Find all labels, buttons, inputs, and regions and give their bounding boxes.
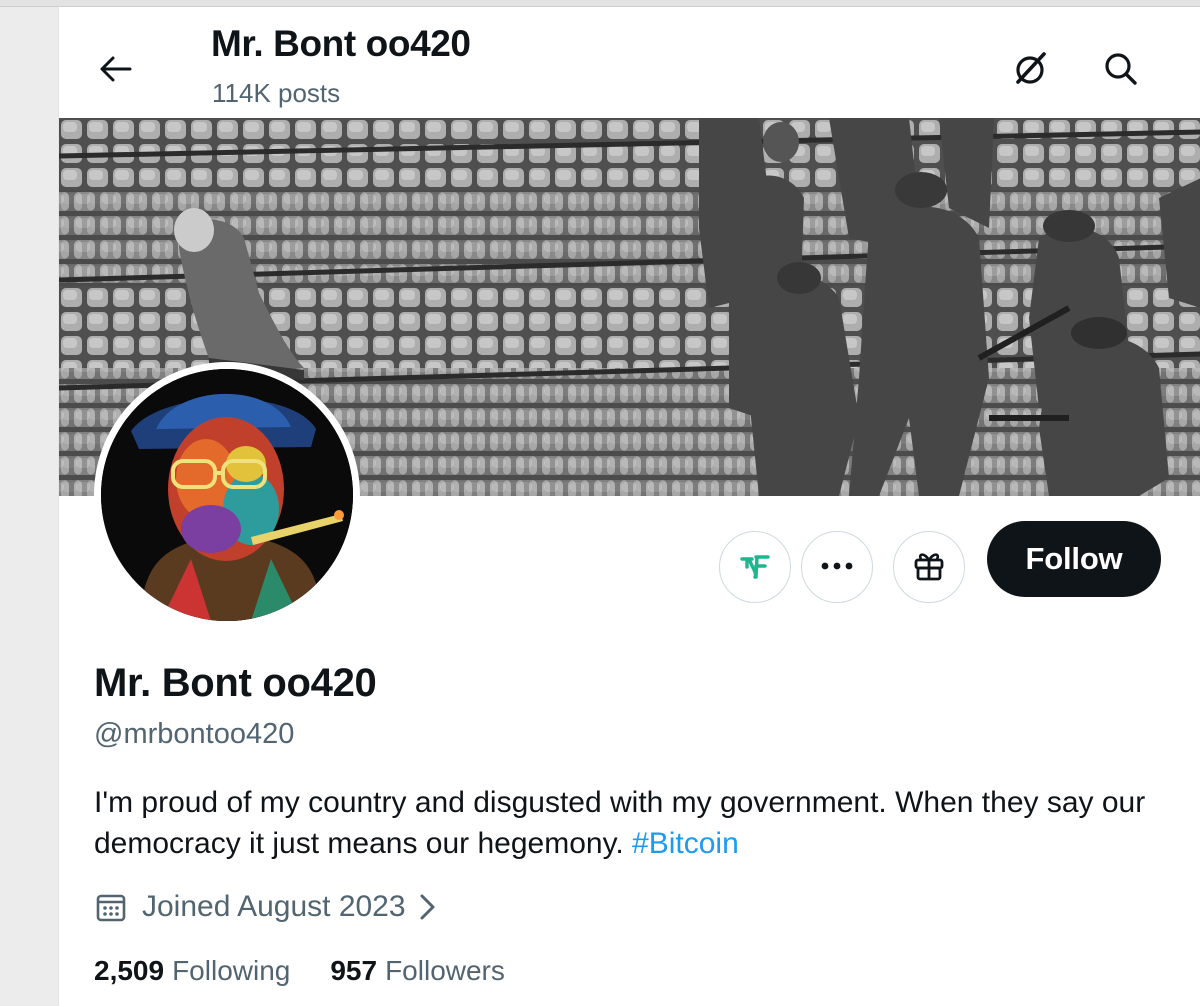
calendar-icon [94, 890, 128, 924]
browser-top-edge [0, 0, 1200, 7]
tip-app-icon [739, 549, 771, 586]
grok-icon [1010, 49, 1050, 94]
header-title: Mr. Bont oo420 [211, 23, 471, 64]
arrow-left-icon [98, 55, 132, 88]
joined-date-text: Joined August 2023 [142, 890, 406, 923]
following-count: 2,509 [94, 955, 165, 986]
follow-button[interactable]: Follow [987, 521, 1161, 597]
follow-stats: 2,509 Following 957 Followers [94, 955, 505, 987]
chevron-right-icon[interactable] [416, 892, 438, 922]
following-label: Following [172, 955, 291, 986]
profile-avatar[interactable] [94, 362, 360, 628]
header-post-count: 114K posts [212, 78, 341, 108]
more-options-button[interactable] [801, 531, 873, 603]
profile-page: Mr. Bont oo420 114K posts Follow Mr. Bon… [58, 7, 1200, 1006]
bio-hashtag-link[interactable]: #Bitcoin [632, 827, 739, 860]
joined-date-row[interactable]: Joined August 2023 [94, 885, 438, 929]
profile-handle: @mrbontoo420 [94, 718, 295, 750]
followers-link[interactable]: 957 Followers [330, 955, 505, 987]
bio-text: I'm proud of my country and disgusted wi… [94, 786, 1146, 860]
back-button[interactable] [83, 43, 147, 99]
search-icon [1101, 49, 1141, 94]
profile-display-name: Mr. Bont oo420 [94, 661, 377, 705]
more-options-icon [820, 558, 854, 576]
grok-button[interactable] [1000, 41, 1060, 101]
followers-count: 957 [330, 955, 378, 986]
following-link[interactable]: 2,509 Following [94, 955, 290, 987]
search-button[interactable] [1091, 41, 1151, 101]
profile-bio: I'm proud of my country and disgusted wi… [94, 782, 1164, 864]
tip-button[interactable] [719, 531, 791, 603]
gift-icon [912, 548, 946, 587]
subscribe-gift-button[interactable] [893, 531, 965, 603]
followers-label: Followers [385, 955, 505, 986]
